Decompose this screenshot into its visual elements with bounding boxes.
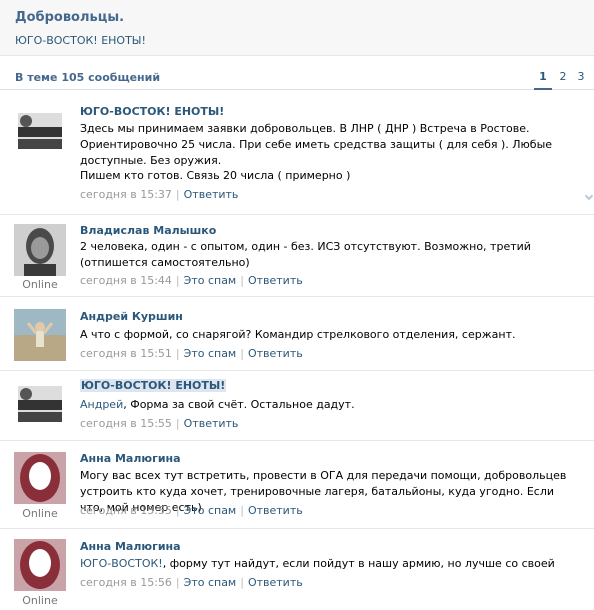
post: Online Анна Малюгина ЮГО-ВОСТОК!, форму … — [0, 530, 594, 610]
spam-link[interactable]: Это спам — [184, 576, 237, 589]
spam-link[interactable]: Это спам — [184, 347, 237, 360]
mention-link[interactable]: Андрей — [80, 398, 123, 411]
post-meta: сегодня в 15:55 | Это спам | Ответить — [80, 504, 303, 517]
reply-link[interactable]: Ответить — [248, 274, 303, 287]
group-logo-icon[interactable] — [14, 105, 66, 157]
online-status: Online — [22, 507, 58, 520]
post-time[interactable]: сегодня в 15:56 — [80, 576, 172, 589]
spam-link[interactable]: Это спам — [184, 504, 237, 517]
post-text-body: , Форма за свой счёт. Остальное дадут. — [123, 398, 355, 411]
group-logo-icon[interactable] — [14, 378, 66, 430]
post-author[interactable]: ЮГО-ВОСТОК! ЕНОТЫ! — [80, 105, 224, 118]
post-author[interactable]: Анна Малюгина — [80, 540, 181, 553]
chevron-down-icon[interactable] — [584, 191, 594, 201]
post-text-body: , форму тут найдут, если пойдут в нашу а… — [162, 557, 555, 570]
topic-title: Добровольцы. — [15, 10, 125, 25]
avatar[interactable] — [14, 224, 66, 276]
post-time[interactable]: сегодня в 15:55 — [80, 504, 172, 517]
post: Online Владислав Малышко 2 человека, оди… — [0, 216, 594, 297]
post-time[interactable]: сегодня в 15:55 — [80, 417, 172, 430]
reply-link[interactable]: Ответить — [184, 188, 239, 201]
post-time[interactable]: сегодня в 15:51 — [80, 347, 172, 360]
post-meta: сегодня в 15:56 | Это спам | Ответить — [80, 576, 303, 589]
post: Online Анна Малюгина Могу вас всех тут в… — [0, 442, 594, 529]
topic-subtitle[interactable]: ЮГО-ВОСТОК! ЕНОТЫ! — [15, 34, 146, 47]
post-text: Андрей, Форма за свой счёт. Остальное да… — [80, 397, 580, 413]
post-meta: сегодня в 15:44 | Это спам | Ответить — [80, 274, 303, 287]
spam-link[interactable]: Это спам — [184, 274, 237, 287]
page-2[interactable]: 2 — [554, 70, 572, 83]
post: ЮГО-ВОСТОК! ЕНОТЫ! Андрей, Форма за свой… — [0, 372, 594, 441]
online-status: Online — [22, 594, 58, 607]
post-author[interactable]: Анна Малюгина — [80, 452, 181, 465]
page-1[interactable]: 1 — [534, 70, 552, 90]
post-author[interactable]: Владислав Малышко — [80, 224, 216, 237]
post: ЮГО-ВОСТОК! ЕНОТЫ! Здесь мы принимаем за… — [0, 91, 594, 215]
online-status: Online — [22, 278, 58, 291]
post-author[interactable]: Андрей Куршин — [80, 310, 183, 323]
post: Андрей Куршин А что с формой, со снаряго… — [0, 298, 594, 371]
mention-link[interactable]: ЮГО-ВОСТОК! — [80, 557, 163, 570]
post-time[interactable]: сегодня в 15:37 — [80, 188, 172, 201]
page-3[interactable]: 3 — [572, 70, 590, 83]
post-meta: сегодня в 15:51 | Это спам | Ответить — [80, 347, 303, 360]
post-time[interactable]: сегодня в 15:44 — [80, 274, 172, 287]
reply-link[interactable]: Ответить — [248, 576, 303, 589]
post-text: Здесь мы принимаем заявки добровольцев. … — [80, 122, 553, 167]
reply-link[interactable]: Ответить — [248, 347, 303, 360]
post-text: 2 человека, один - с опытом, один - без.… — [80, 240, 531, 269]
post-author[interactable]: ЮГО-ВОСТОК! ЕНОТЫ! — [80, 379, 227, 392]
post-text: ЮГО-ВОСТОК!, форму тут найдут, если пойд… — [80, 556, 580, 572]
post-text: А что с формой, со снарягой? Командир ст… — [80, 328, 516, 341]
avatar[interactable] — [14, 452, 66, 504]
post-meta: сегодня в 15:55 | Ответить — [80, 417, 239, 430]
topic-header: Добровольцы. ЮГО-ВОСТОК! ЕНОТЫ! — [0, 0, 594, 56]
reply-link[interactable]: Ответить — [184, 417, 239, 430]
reply-link[interactable]: Ответить — [248, 504, 303, 517]
pagination: 1 2 3 — [534, 70, 594, 90]
topic-bar: В теме 105 сообщений 1 2 3 — [0, 56, 594, 90]
post-text-2: Пишем кто готов. Связь 20 числа ( пример… — [80, 169, 351, 182]
avatar[interactable] — [14, 309, 66, 361]
post-meta: сегодня в 15:37 | Ответить — [80, 188, 239, 201]
avatar[interactable] — [14, 539, 66, 591]
message-count: В теме 105 сообщений — [15, 71, 161, 84]
